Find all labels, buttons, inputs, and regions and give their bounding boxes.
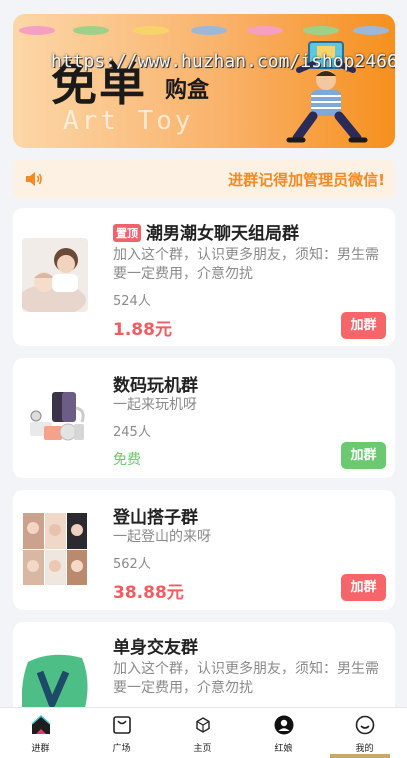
tab-matchmaker[interactable]: 红娘	[243, 708, 324, 758]
group-name: 潮男潮女聊天组局群	[146, 224, 299, 244]
group-name: 登山搭子群	[113, 508, 198, 528]
member-count: 562人	[113, 557, 151, 572]
bag-icon	[113, 716, 131, 734]
group-name: 数码玩机群	[113, 376, 198, 396]
group-name: 单身交友群	[113, 638, 198, 658]
cube-icon	[196, 717, 210, 733]
join-group-button[interactable]: 加群	[341, 442, 386, 469]
speaker-icon	[26, 172, 42, 186]
pinned-badge: 置顶	[113, 224, 141, 242]
tab-label: 进群	[31, 744, 50, 754]
group-description: 加入这个群，认识更多朋友，须知：男生需要一定费用，介意勿扰	[113, 661, 379, 696]
tab-label: 红娘	[274, 744, 293, 754]
watermark: https://www.huzhan.com/ishop24660	[51, 51, 395, 72]
group-price: 38.88元	[113, 583, 184, 603]
banner-subtitle: Art Toy	[63, 106, 194, 136]
group-card[interactable]: 登山搭子群 一起登山的来呀 562人 38.88元 加群	[13, 490, 395, 610]
tab-label: 我的	[355, 744, 374, 754]
smile-icon	[355, 715, 375, 735]
member-count: 245人	[113, 425, 151, 440]
join-group-button[interactable]: 加群	[341, 574, 386, 601]
group-price: 免费	[113, 452, 141, 468]
banner-decoration	[13, 22, 395, 36]
group-card[interactable]: 数码玩机群 一起来玩机呀 245人 免费 加群	[13, 358, 395, 478]
group-description: 一起登山的来呀	[113, 529, 211, 545]
promo-banner[interactable]: 免单 购盒 Art Toy https://www.huzhan.com/ish…	[13, 14, 395, 148]
group-description: 一起来玩机呀	[113, 397, 197, 413]
tab-label: 广场	[112, 744, 131, 754]
group-price: 1.88元	[113, 320, 172, 340]
tab-mine[interactable]: 我的	[324, 708, 405, 758]
group-title: 置顶 潮男潮女聊天组局群	[113, 219, 299, 244]
banner-title-small: 购盒	[165, 78, 210, 103]
bottom-tab-bar: 进群 广场 主页 红娘 我的	[0, 707, 407, 758]
notice-text: 进群记得加管理员微信!	[228, 171, 385, 189]
group-thumbnail	[22, 652, 88, 712]
home-indicator	[330, 754, 390, 758]
group-card[interactable]: 置顶 潮男潮女聊天组局群 加入这个群，认识更多朋友，须知：男生需要一定费用，介意勿…	[13, 208, 395, 346]
user-icon	[274, 715, 294, 735]
tab-label: 主页	[193, 744, 212, 754]
group-thumbnail	[22, 380, 88, 454]
tab-join-group[interactable]: 进群	[0, 708, 81, 758]
home-icon	[31, 715, 51, 734]
member-count: 524人	[113, 294, 151, 309]
join-group-button[interactable]: 加群	[341, 312, 386, 339]
group-description: 加入这个群，认识更多朋友，须知：男生需要一定费用，介意勿扰	[113, 247, 379, 282]
notice-bar: 进群记得加管理员微信!	[13, 160, 395, 198]
tab-home[interactable]: 主页	[162, 708, 243, 758]
group-thumbnail	[22, 512, 88, 586]
tab-plaza[interactable]: 广场	[81, 708, 162, 758]
group-thumbnail	[22, 238, 88, 312]
